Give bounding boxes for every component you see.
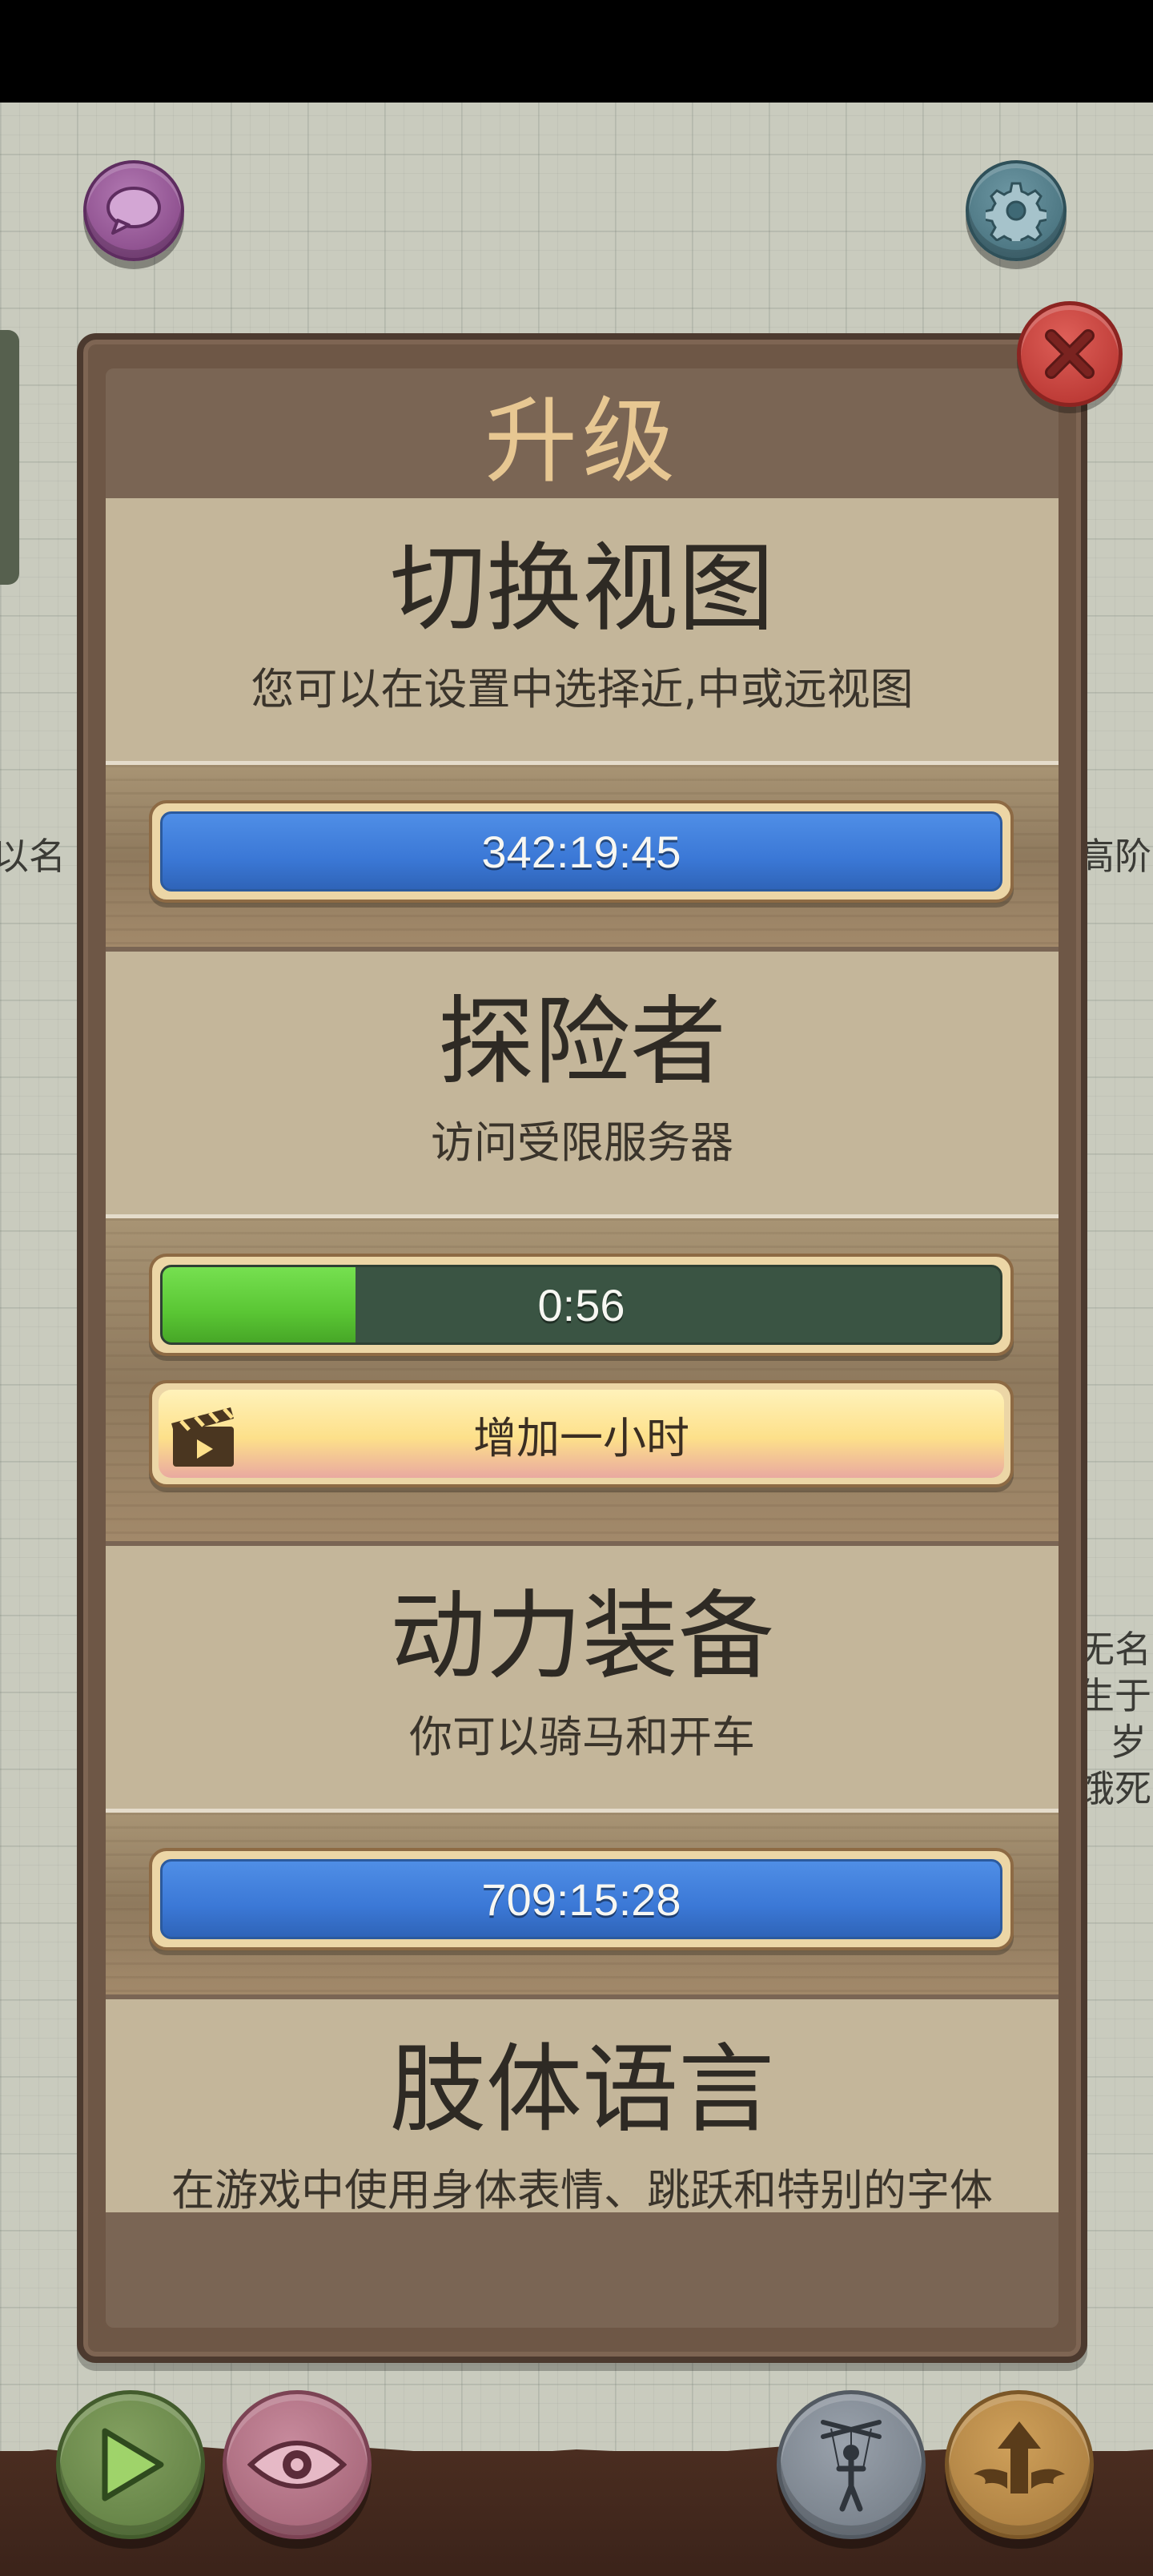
upgrade-list[interactable]: 切换视图 您可以在设置中选择近,中或远视图 342:19:45 探险者 访问受限… (106, 498, 1059, 2212)
page-title: 升级 (484, 388, 680, 496)
background-line: 无名 (1078, 1628, 1151, 1671)
left-side-tab[interactable] (0, 330, 19, 585)
clapperboard-icon (171, 1407, 234, 1467)
progress-bar: 0:56 (149, 1254, 1014, 1356)
panel-footer (106, 2212, 1059, 2328)
winged-arrow-icon (974, 2421, 1065, 2493)
background-text-left: 以名 (0, 835, 66, 878)
puppet-icon (821, 2420, 882, 2512)
upgrade-card-explorer: 探险者 访问受限服务器 0:56 增加一小时 (106, 952, 1059, 1541)
upgrade-card-power-gear: 动力装备 你可以骑马和开车 709:15:28 (106, 1546, 1059, 1994)
progress-fill (163, 1267, 356, 1342)
puppet-button[interactable] (777, 2390, 926, 2539)
upgrade-description: 您可以在设置中选择近,中或远视图 (251, 664, 914, 714)
timer-text: 0:56 (537, 1279, 625, 1330)
card-wood-panel: 709:15:28 (106, 1809, 1059, 1994)
settings-button[interactable] (966, 160, 1067, 261)
background-text-stack: 无名 生于 岁 饿死 (1078, 1626, 1153, 1812)
upgrade-card-body-language: 肢体语言 在游戏中使用身体表情、跳跃和特别的字体 (106, 1999, 1059, 2212)
add-hour-label: 增加一小时 (473, 1412, 689, 1463)
chat-bubble-icon (106, 187, 161, 235)
timer-bar: 342:19:45 (149, 800, 1014, 903)
card-wood-panel: 0:56 增加一小时 (106, 1214, 1059, 1541)
background-line: 生于 (1078, 1674, 1151, 1717)
card-wood-panel: 342:19:45 (106, 761, 1059, 947)
upgrade-description: 在游戏中使用身体表情、跳跃和特别的字体 (171, 2165, 993, 2212)
timer-bar-inner: 709:15:28 (160, 1859, 1002, 1939)
progress-bar-inner: 0:56 (160, 1265, 1002, 1345)
chat-button[interactable] (83, 160, 184, 261)
upgrade-title: 动力装备 (390, 1581, 774, 1693)
card-info: 肢体语言 在游戏中使用身体表情、跳跃和特别的字体 (106, 1999, 1059, 2212)
view-button[interactable] (223, 2390, 372, 2539)
play-icon (102, 2428, 164, 2502)
upgrade-panel: 升级 切换视图 您可以在设置中选择近,中或远视图 342:19:45 探险者 访… (106, 368, 1059, 2328)
add-hour-button[interactable]: 增加一小时 (149, 1380, 1014, 1487)
upgrade-title: 探险者 (438, 987, 726, 1098)
background-text-right: 高阶 (1078, 835, 1151, 878)
close-button[interactable] (1017, 301, 1123, 407)
add-hour-button-face: 增加一小时 (159, 1390, 1004, 1478)
card-info: 动力装备 你可以骑马和开车 (106, 1546, 1059, 1809)
card-info: 切换视图 您可以在设置中选择近,中或远视图 (106, 498, 1059, 761)
upgrade-description: 你可以骑马和开车 (409, 1712, 755, 1762)
timer-text: 342:19:45 (481, 826, 681, 877)
upgrade-description: 访问受限服务器 (431, 1117, 733, 1168)
upgrade-button[interactable] (945, 2390, 1094, 2539)
status-bar (0, 0, 1153, 103)
eye-icon (247, 2441, 347, 2489)
gear-icon (986, 182, 1047, 241)
close-x-icon (1045, 329, 1095, 379)
upgrade-dialog: 升级 切换视图 您可以在设置中选择近,中或远视图 342:19:45 探险者 访… (77, 333, 1087, 2363)
upgrade-card-switch-view: 切换视图 您可以在设置中选择近,中或远视图 342:19:45 (106, 498, 1059, 947)
upgrade-title: 肢体语言 (390, 2035, 774, 2146)
card-info: 探险者 访问受限服务器 (106, 952, 1059, 1214)
play-button[interactable] (56, 2390, 205, 2539)
upgrade-title: 切换视图 (390, 533, 774, 645)
panel-header: 升级 (106, 368, 1059, 498)
background-line: 饿死 (1078, 1767, 1151, 1810)
timer-bar: 709:15:28 (149, 1848, 1014, 1950)
timer-text: 709:15:28 (481, 1874, 681, 1925)
background-line: 岁 (1110, 1721, 1147, 1764)
timer-bar-inner: 342:19:45 (160, 811, 1002, 892)
